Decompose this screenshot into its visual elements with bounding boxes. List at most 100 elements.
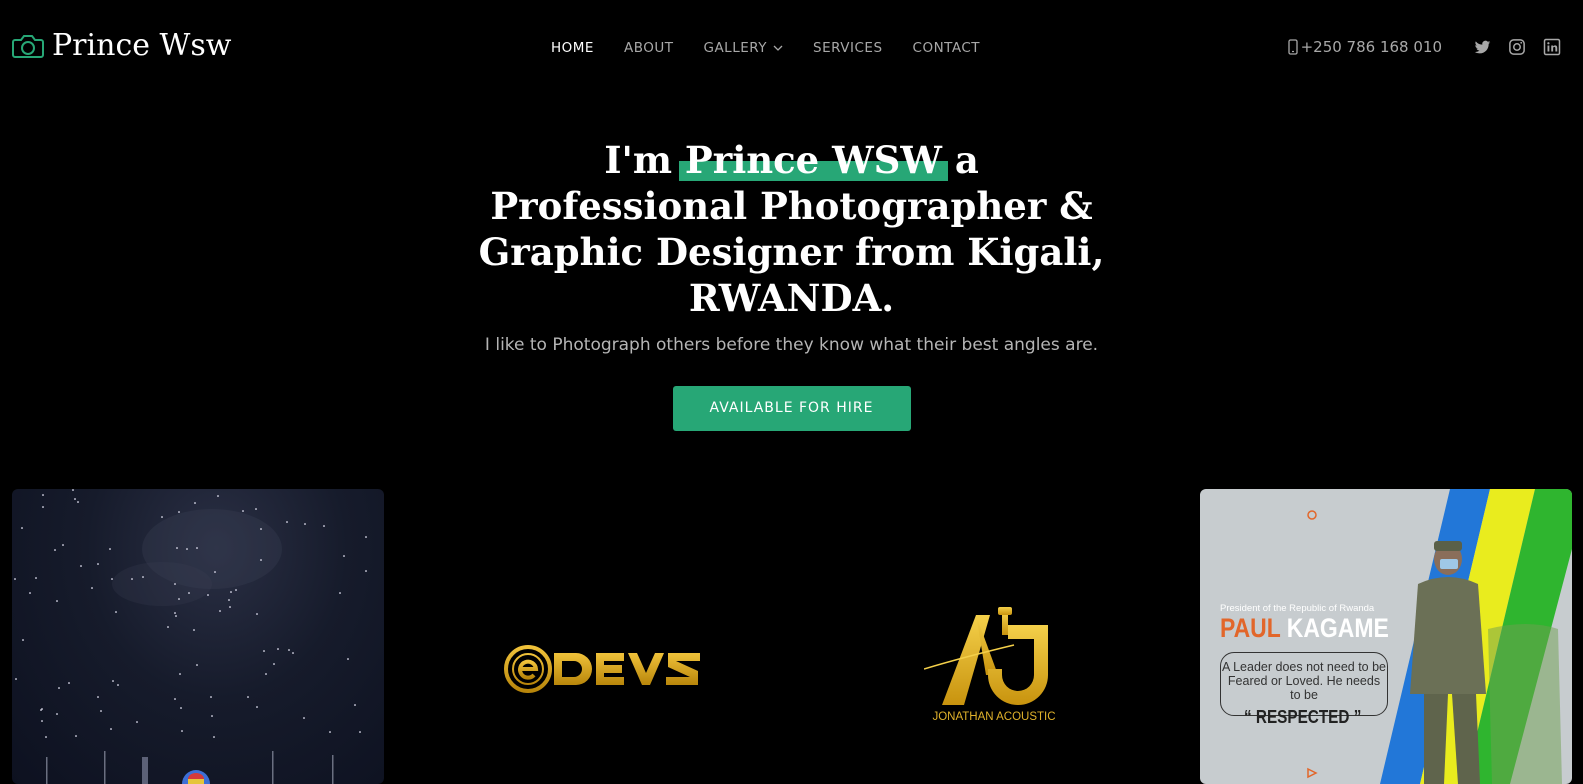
star-dot — [256, 706, 258, 708]
star-dot — [304, 523, 306, 525]
gallery-logo-jonathan-acoustic[interactable]: JONATHAN ACOUSTIC — [804, 489, 1176, 784]
star-dot — [41, 720, 43, 722]
star-dot — [260, 528, 262, 530]
star-dot — [110, 728, 112, 730]
nav-gallery-label: GALLERY — [703, 40, 768, 56]
star-dot — [286, 521, 288, 523]
star-dot — [80, 565, 82, 567]
phone-icon — [1287, 39, 1298, 55]
phone-number: +250 786 168 010 — [1300, 38, 1442, 56]
quote-close-icon: ” — [1349, 707, 1362, 727]
star-dot — [213, 736, 215, 738]
star-dot — [365, 536, 367, 538]
gallery-photo-night-sky[interactable] — [12, 489, 384, 784]
nav-about[interactable]: ABOUT — [624, 40, 674, 56]
star-dot — [180, 707, 182, 709]
star-dot — [62, 544, 64, 546]
star-dot — [176, 547, 178, 549]
brand-logo[interactable]: Prince Wsw — [12, 28, 231, 63]
poster-name-last: KAGAME — [1286, 613, 1389, 643]
star-dot — [210, 696, 212, 698]
star-dot — [100, 710, 102, 712]
aj-monogram-icon — [923, 607, 1048, 705]
star-dot — [75, 735, 77, 737]
star-dot — [196, 547, 198, 549]
star-dot — [292, 652, 294, 654]
nav-home[interactable]: HOME — [551, 40, 594, 56]
star-dot — [193, 629, 195, 631]
star-dot — [42, 494, 44, 496]
star-dot — [255, 508, 257, 510]
star-dot — [194, 502, 196, 504]
star-dot — [186, 548, 188, 550]
star-dot — [207, 594, 209, 596]
star-dot — [174, 583, 176, 585]
star-dot — [323, 525, 325, 527]
nav-services[interactable]: SERVICES — [813, 40, 882, 56]
star-dot — [211, 715, 213, 717]
star-dot — [77, 501, 79, 503]
star-dot — [56, 713, 58, 715]
star-dot — [14, 578, 16, 580]
star-dot — [219, 610, 221, 612]
star-dot — [68, 682, 70, 684]
instagram-icon[interactable] — [1508, 38, 1526, 56]
hero-subtitle: I like to Photograph others before they … — [484, 335, 1099, 355]
star-dot — [35, 577, 37, 579]
twitter-icon[interactable] — [1473, 38, 1491, 56]
star-dot — [228, 599, 230, 601]
star-dot — [196, 664, 198, 666]
gallery-logo-edevs[interactable] — [408, 489, 780, 784]
star-dot — [40, 709, 42, 711]
star-dot — [178, 511, 180, 513]
star-dot — [74, 498, 76, 500]
gallery-poster-kagame[interactable]: President of the Republic of Rwanda PAUL… — [1200, 489, 1572, 784]
star-dot — [29, 592, 31, 594]
linkedin-icon[interactable] — [1543, 38, 1561, 56]
star-dot — [181, 730, 183, 732]
star-dot — [178, 598, 180, 600]
star-dot — [354, 704, 356, 706]
star-dot — [288, 649, 290, 651]
star-dot — [111, 578, 113, 580]
star-dot — [174, 698, 176, 700]
star-dot — [22, 639, 24, 641]
star-dot — [56, 600, 58, 602]
header-contact: +250 786 168 010 — [1287, 38, 1561, 56]
star-dot — [263, 650, 265, 652]
star-dot — [97, 696, 99, 698]
star-dot — [265, 673, 267, 675]
available-for-hire-button[interactable]: AVAILABLE FOR HIRE — [672, 386, 911, 431]
star-dot — [175, 615, 177, 617]
star-dot — [188, 592, 190, 594]
star-dot — [131, 578, 133, 580]
star-dot — [42, 506, 44, 508]
hero-title: I'm Prince WSW a Professional Photograph… — [472, 137, 1112, 321]
star-dot — [339, 592, 341, 594]
poster-name-first: PAUL — [1220, 613, 1281, 643]
star-dot — [15, 678, 17, 680]
phone-link[interactable]: +250 786 168 010 — [1287, 38, 1442, 56]
star-dot — [343, 555, 345, 557]
star-dot — [112, 680, 114, 682]
aj-logo: JONATHAN ACOUSTIC — [923, 605, 1064, 731]
star-dot — [136, 721, 138, 723]
nav-gallery[interactable]: GALLERY — [703, 40, 783, 56]
nav-contact[interactable]: CONTACT — [913, 40, 981, 56]
star-dot — [115, 611, 117, 613]
star-dot — [347, 658, 349, 660]
poster-emphasis-text: RESPECTED — [1255, 707, 1350, 727]
star-dot — [142, 576, 144, 578]
star-dot — [117, 684, 119, 686]
star-dot — [229, 606, 231, 608]
star-dot — [217, 495, 219, 497]
star-dot — [109, 548, 111, 550]
star-dot — [365, 570, 367, 572]
poster-emphasis: “ RESPECTED ” — [1244, 707, 1361, 728]
star-dot — [273, 663, 275, 665]
chevron-down-icon — [773, 45, 783, 51]
star-dot — [161, 516, 163, 518]
star-dot — [242, 510, 244, 512]
hero-title-pre: I'm — [604, 138, 685, 182]
star-dot — [303, 717, 305, 719]
